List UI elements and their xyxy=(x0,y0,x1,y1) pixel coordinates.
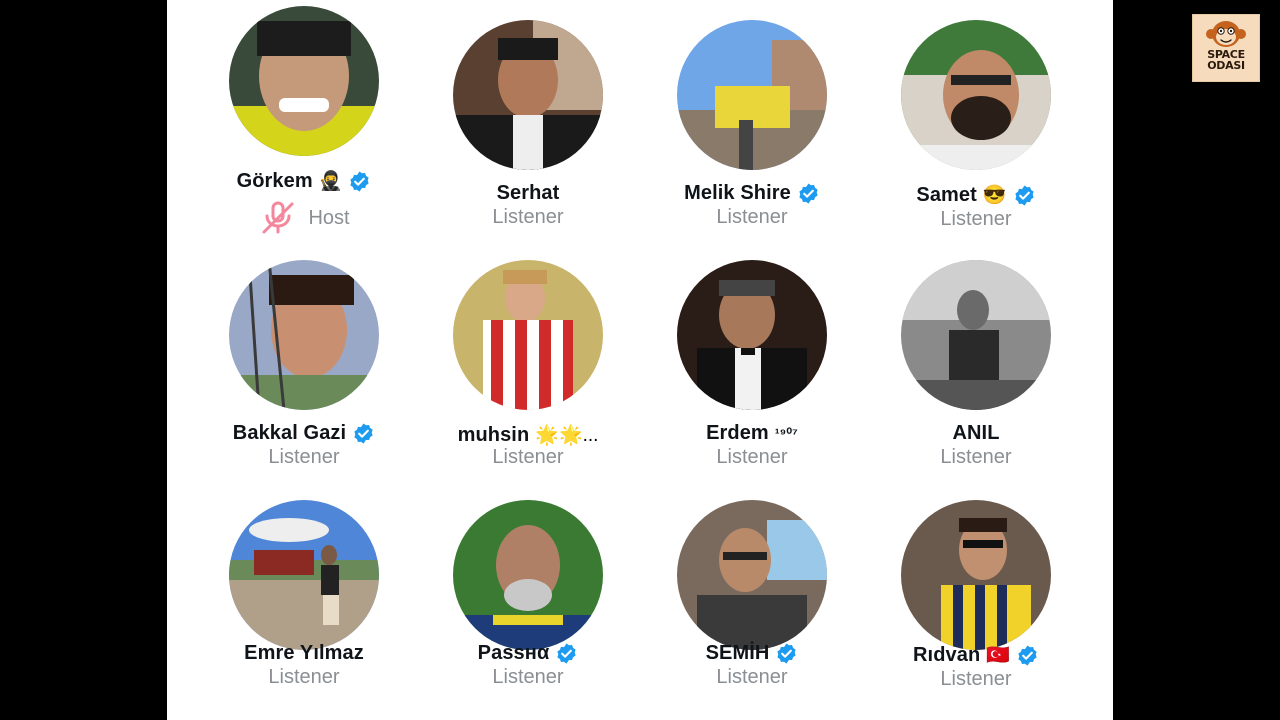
participant-role-row: Listener xyxy=(901,446,1051,469)
logo-text-line2: ODASI xyxy=(1207,59,1245,72)
avatar[interactable] xyxy=(677,20,827,170)
participant-role: Listener xyxy=(268,666,340,688)
participant-role: Listener xyxy=(716,206,788,228)
participant-role-row: Listener xyxy=(453,446,603,469)
participant-name-row: muhsin 🌟🌟... xyxy=(453,424,603,447)
participant-emre-yilmaz[interactable]: Emre Yılmaz Listener xyxy=(229,480,453,720)
participant-anil[interactable]: ANIL Listener xyxy=(901,240,1113,480)
participant-ridvan[interactable]: Rıdvan 🇹🇷 Listener xyxy=(901,480,1113,720)
participant-role-row: Listener xyxy=(901,208,1051,231)
participant-role-row: Listener xyxy=(677,666,827,689)
avatar[interactable] xyxy=(229,260,379,410)
space-participants-panel: Görkem 🥷 Host Serhat Listener Melik Shir… xyxy=(167,0,1113,720)
avatar[interactable] xyxy=(453,20,603,170)
participant-role: Listener xyxy=(492,666,564,688)
participant-serhat[interactable]: Serhat Listener xyxy=(453,0,677,240)
participant-name-row: Görkem 🥷 xyxy=(229,170,379,193)
participant-name: Ρassнα xyxy=(477,642,550,664)
participant-role: Listener xyxy=(492,206,564,228)
verified-badge-icon xyxy=(799,183,818,204)
participant-muhsin[interactable]: muhsin 🌟🌟... Listener xyxy=(453,240,677,480)
participant-name-row: SEMİH xyxy=(677,642,827,665)
verified-badge-icon xyxy=(350,171,370,192)
participant-name: Serhat xyxy=(496,182,560,204)
avatar[interactable] xyxy=(901,500,1051,650)
participant-name-row: Rıdvan 🇹🇷 xyxy=(901,644,1051,667)
participant-name-row: Emre Yılmaz xyxy=(229,642,379,665)
participant-name-row: Ρassнα xyxy=(453,642,603,665)
participant-name: Erdem xyxy=(706,422,769,444)
avatar[interactable] xyxy=(229,500,379,650)
verified-badge-icon xyxy=(354,423,373,444)
participant-role: Host xyxy=(308,206,350,229)
participant-passha[interactable]: Ρassнα Listener xyxy=(453,480,677,720)
participant-role-row: Listener xyxy=(229,666,379,689)
participant-role: Listener xyxy=(492,446,564,468)
space-odasi-logo: SPACE ODASI xyxy=(1192,14,1260,82)
participant-name-row: Erdem ¹⁹⁰⁷ xyxy=(677,422,827,445)
participant-role-row: Listener xyxy=(453,666,603,689)
participant-name-row: Samet 😎 xyxy=(901,184,1051,207)
participant-samet[interactable]: Samet 😎 Listener xyxy=(901,0,1113,240)
avatar[interactable] xyxy=(229,6,379,156)
participants-grid: Görkem 🥷 Host Serhat Listener Melik Shir… xyxy=(229,0,1113,720)
participant-role-row: Listener xyxy=(901,668,1051,691)
avatar[interactable] xyxy=(901,260,1051,410)
participant-role: Listener xyxy=(716,666,788,688)
participant-name-row: ANIL xyxy=(901,422,1051,445)
participant-role: Listener xyxy=(940,668,1012,690)
participant-role: Listener xyxy=(940,208,1012,230)
participant-role: Listener xyxy=(940,446,1012,468)
participant-name-row: Serhat xyxy=(453,182,603,205)
avatar[interactable] xyxy=(901,20,1051,170)
participant-role-row: Listener xyxy=(677,206,827,229)
participant-name: Samet xyxy=(916,184,977,206)
name-emoji: 🌟🌟... xyxy=(535,425,599,446)
participant-name: SEMİH xyxy=(705,642,770,664)
name-emoji: 😎 xyxy=(982,185,1007,206)
verified-badge-icon xyxy=(557,643,576,664)
verified-badge-icon xyxy=(1018,645,1037,666)
participant-name: Rıdvan xyxy=(913,644,981,666)
participant-role: Listener xyxy=(716,446,788,468)
participant-gorkem[interactable]: Görkem 🥷 Host xyxy=(229,0,453,240)
participant-role-row: Listener xyxy=(453,206,603,229)
name-suffix: ¹⁹⁰⁷ xyxy=(774,425,798,441)
participant-name: Bakkal Gazi xyxy=(232,422,347,444)
participant-semih[interactable]: SEMİH Listener xyxy=(677,480,901,720)
participant-erdem[interactable]: Erdem ¹⁹⁰⁷ Listener xyxy=(677,240,901,480)
participant-name: Emre Yılmaz xyxy=(244,642,364,664)
participant-role-row: Listener xyxy=(677,446,827,469)
avatar[interactable] xyxy=(677,260,827,410)
participant-role: Listener xyxy=(268,446,340,468)
participant-role-row: Host xyxy=(229,198,379,238)
avatar[interactable] xyxy=(677,500,827,650)
participant-name-row: Melik Shire xyxy=(677,182,827,205)
monkey-logo-icon xyxy=(1206,21,1246,47)
name-emoji: 🥷 xyxy=(318,171,343,192)
name-emoji: 🇹🇷 xyxy=(986,645,1010,666)
participant-bakkal-gazi[interactable]: Bakkal Gazi Listener xyxy=(229,240,453,480)
participant-name-row: Bakkal Gazi xyxy=(229,422,379,445)
participant-melik-shire[interactable]: Melik Shire Listener xyxy=(677,0,901,240)
participant-name: Görkem xyxy=(236,170,313,192)
participant-role-row: Listener xyxy=(229,446,379,469)
participant-name: ANIL xyxy=(952,422,1000,444)
participant-name: Melik Shire xyxy=(684,182,791,204)
mic-muted-icon xyxy=(262,201,294,234)
verified-badge-icon xyxy=(777,643,797,664)
avatar[interactable] xyxy=(453,260,603,410)
avatar[interactable] xyxy=(453,500,603,650)
verified-badge-icon xyxy=(1014,185,1034,206)
participant-name: muhsin xyxy=(457,424,530,446)
